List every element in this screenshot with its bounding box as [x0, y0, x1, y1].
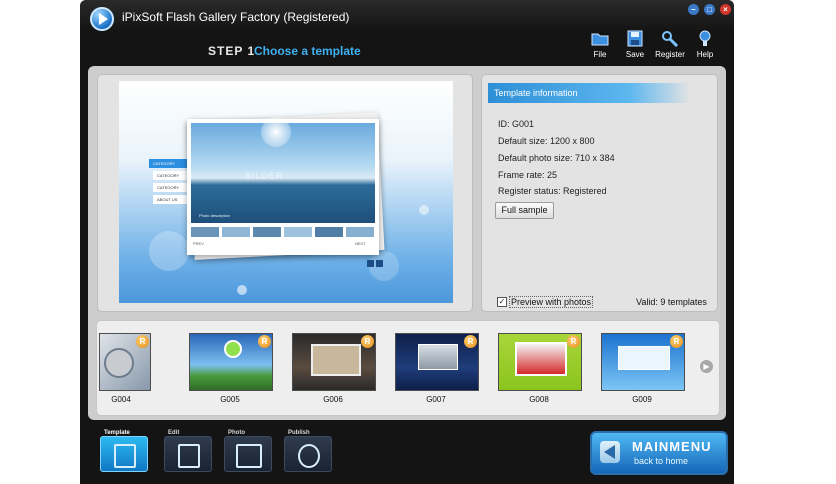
sun-glow [261, 117, 291, 147]
main-menu-title: MAINMENU [632, 439, 712, 454]
globe-icon [298, 444, 320, 468]
wrench-icon [662, 31, 679, 47]
register-button[interactable]: Register [650, 30, 690, 60]
nav-template-label: Template [104, 430, 130, 436]
template-thumbnail-g009[interactable]: R [601, 333, 685, 391]
vip-badge-icon: R [670, 335, 683, 348]
help-label: Help [696, 50, 714, 59]
template-thumbnail-g008[interactable]: R [498, 333, 582, 391]
template-preview-panel: CATEGORY CATEGORY CATEGORY ABOUT US BILD… [97, 74, 473, 312]
vip-badge-icon: R [361, 335, 374, 348]
folder-icon [591, 33, 609, 46]
template-thumbnail-g004[interactable]: R [99, 333, 151, 391]
preview-prev-label: PREV [193, 241, 204, 246]
vip-badge-icon: R [464, 335, 477, 348]
flower-decoration-icon [237, 285, 247, 295]
vip-badge-icon: R [567, 335, 580, 348]
window-title: iPixSoft Flash Gallery Factory (Register… [122, 10, 350, 24]
nav-edit-label: Edit [168, 430, 180, 436]
preview-prev-icon [367, 260, 374, 267]
main-menu-subtitle: back to home [634, 456, 689, 466]
preview-frame: BILDER Photo description PREV NEXT [187, 117, 379, 255]
bubble-decoration [149, 231, 189, 271]
default-photo-size: Default photo size: 710 x 384 [498, 153, 615, 163]
document-list-icon [114, 444, 136, 468]
flower-decoration-icon [419, 205, 429, 215]
vip-badge-icon: R [258, 335, 271, 348]
full-sample-button[interactable]: Full sample [495, 202, 554, 219]
nav-template-button[interactable]: Template [100, 430, 148, 472]
app-window: iPixSoft Flash Gallery Factory (Register… [80, 0, 734, 484]
thumbnail-label: G004 [111, 395, 131, 404]
preview-side-menu: CATEGORY CATEGORY CATEGORY ABOUT US [149, 159, 189, 204]
notepad-pencil-icon [178, 444, 200, 468]
template-thumbnail-strip: ◀ ▶ R G004 R G005 R G006 [96, 320, 720, 416]
preview-menu-item: CATEGORY [153, 183, 189, 192]
template-info-header: Template information [488, 83, 690, 103]
preview-thumb-strip [191, 227, 375, 237]
nav-photo-button[interactable]: Photo [224, 430, 272, 472]
valid-templates-count: Valid: 9 templates [636, 297, 707, 307]
thumbnail-label: G005 [220, 395, 240, 404]
register-status: Register status: Registered [498, 186, 607, 196]
save-label: Save [625, 50, 645, 59]
file-label: File [593, 50, 607, 59]
nav-publish-button[interactable]: Publish [284, 430, 332, 472]
nav-edit-button[interactable]: Edit [164, 430, 212, 472]
file-button[interactable]: File [580, 30, 620, 60]
photo-icon [236, 444, 262, 468]
preview-next-icon [376, 260, 383, 267]
title-bar: iPixSoft Flash Gallery Factory (Register… [80, 0, 734, 34]
preview-next-label: NEXT [355, 241, 366, 246]
main-panel: CATEGORY CATEGORY CATEGORY ABOUT US BILD… [88, 66, 726, 420]
nav-photo-label: Photo [228, 430, 245, 436]
thumbnail-label: G008 [529, 395, 549, 404]
thumbnail-label: G007 [426, 395, 446, 404]
preview-menu-item: CATEGORY [149, 159, 189, 168]
thumbnail-label: G006 [323, 395, 343, 404]
preview-with-photos-checkbox[interactable]: ✓ [497, 297, 507, 307]
vip-badge-icon: R [136, 335, 149, 348]
step-label: STEP 1 [208, 44, 256, 58]
template-thumbnail-g007[interactable]: R [395, 333, 479, 391]
template-preview: CATEGORY CATEGORY CATEGORY ABOUT US BILD… [119, 81, 453, 303]
floppy-icon [627, 30, 643, 47]
thumbnail-label: G009 [632, 395, 652, 404]
lightbulb-icon [699, 30, 711, 46]
help-button[interactable]: Help [685, 30, 725, 60]
back-arrow-icon [600, 441, 620, 463]
maximize-button[interactable]: □ [704, 4, 715, 15]
template-thumbnail-g005[interactable]: R [189, 333, 273, 391]
template-info-panel: Template information ID: G001 Default si… [481, 74, 718, 312]
template-id: ID: G001 [498, 119, 535, 129]
frame-rate: Frame rate: 25 [498, 170, 558, 180]
preview-menu-item: CATEGORY [153, 171, 189, 180]
register-label: Register [655, 50, 685, 59]
preview-caption: Photo description [199, 213, 230, 218]
scroll-right-button[interactable]: ▶ [700, 360, 713, 373]
default-size: Default size: 1200 x 800 [498, 136, 595, 146]
save-button[interactable]: Save [615, 30, 655, 60]
preview-menu-item: ABOUT US [153, 195, 189, 204]
main-menu-button[interactable]: MAINMENU back to home [590, 431, 728, 475]
preview-watermark: BILDER [245, 171, 284, 181]
app-logo-icon [90, 7, 114, 31]
template-thumbnail-g006[interactable]: R [292, 333, 376, 391]
preview-photo: BILDER Photo description [191, 117, 375, 223]
close-button[interactable]: × [720, 4, 731, 15]
preview-with-photos-label[interactable]: Preview with photos [509, 296, 594, 308]
minimize-button[interactable]: – [688, 4, 699, 15]
step-title: Choose a template [254, 44, 361, 58]
nav-publish-label: Publish [288, 430, 310, 436]
